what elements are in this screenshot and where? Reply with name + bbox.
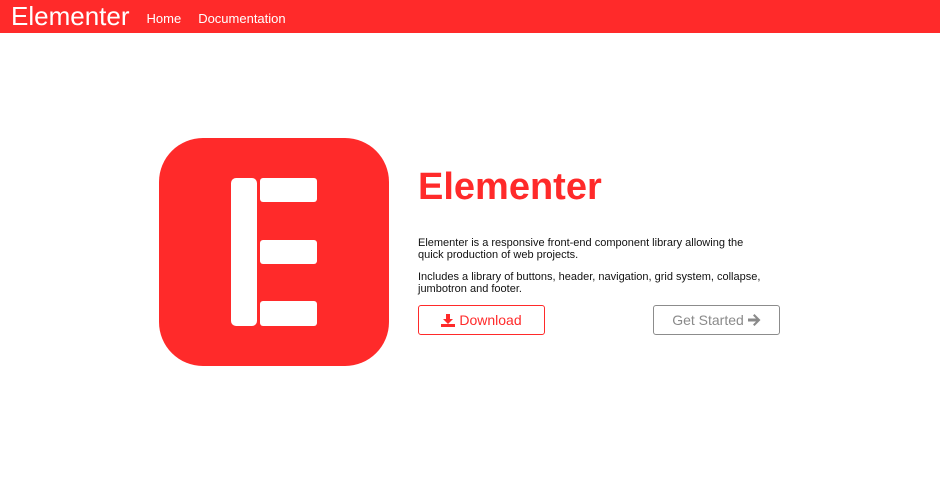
elementer-logo-icon: [159, 138, 389, 366]
arrow-right-icon: [744, 314, 761, 326]
brand-logo-text[interactable]: Elementer: [0, 0, 130, 33]
hero-features-text: Includes a library of buttons, header, n…: [418, 271, 761, 295]
navbar: Elementer Home Documentation: [0, 0, 940, 33]
logo-spine: [231, 178, 257, 326]
get-started-button-label: Get Started: [672, 312, 744, 328]
logo-bar-top: [260, 178, 317, 202]
download-button[interactable]: Download: [418, 305, 545, 335]
download-icon: [441, 313, 459, 327]
get-started-button[interactable]: Get Started: [653, 305, 780, 335]
download-button-label: Download: [459, 312, 522, 328]
logo-bar-bottom: [260, 301, 317, 326]
hero-title: Elementer: [418, 166, 602, 208]
logo-bar-middle: [260, 240, 317, 264]
nav-link-documentation[interactable]: Documentation: [198, 11, 285, 26]
hero-description: Elementer is a responsive front-end comp…: [418, 237, 744, 261]
nav-link-home[interactable]: Home: [147, 11, 182, 26]
